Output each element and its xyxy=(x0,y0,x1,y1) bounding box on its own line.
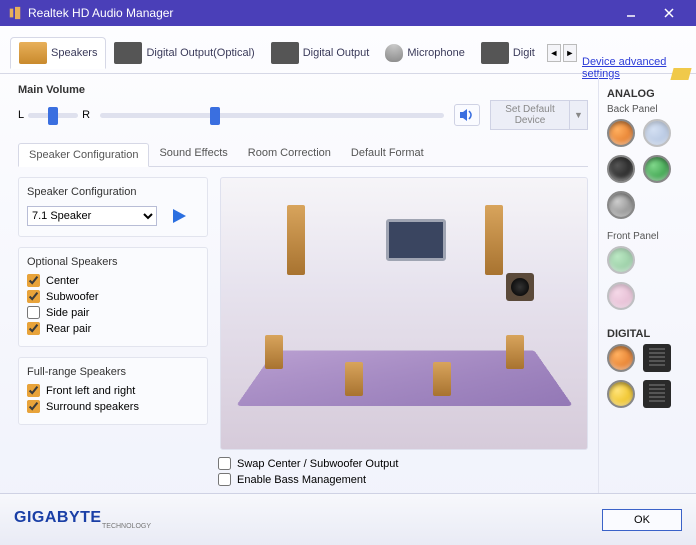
swap-center-sub-label: Swap Center / Subwoofer Output xyxy=(237,458,398,470)
play-icon xyxy=(170,207,188,225)
flag-icon xyxy=(670,68,691,80)
device-icon xyxy=(114,42,142,64)
main-volume-label: Main Volume xyxy=(18,84,588,96)
set-default-dropdown[interactable]: ▼ xyxy=(570,100,588,130)
jack-black[interactable] xyxy=(607,155,635,183)
tab-label: Speakers xyxy=(51,47,97,59)
device-icon xyxy=(271,42,299,64)
config-subtabs: Speaker Configuration Sound Effects Room… xyxy=(18,142,588,167)
tab-digital-output[interactable]: Digital Output xyxy=(263,38,378,68)
subtab-default-format[interactable]: Default Format xyxy=(341,142,434,166)
tab-microphone[interactable]: Microphone xyxy=(377,40,472,66)
jack-grey[interactable] xyxy=(607,191,635,219)
bass-management-label: Enable Bass Management xyxy=(237,474,366,486)
mute-button[interactable] xyxy=(454,104,480,126)
back-panel-label: Back Panel xyxy=(607,104,688,115)
surround-checkbox[interactable] xyxy=(27,400,40,413)
tab-label: Microphone xyxy=(407,47,464,59)
set-default-device-button[interactable]: Set Default Device xyxy=(490,100,570,130)
window-title: Realtek HD Audio Manager xyxy=(28,6,173,20)
rear-pair-checkbox[interactable] xyxy=(27,322,40,335)
connector-panel: ANALOG Back Panel Front Panel DIGITAL xyxy=(598,74,696,493)
footer: GIGABYTE TECHNOLOGY OK xyxy=(0,493,696,545)
digital-coax-in[interactable] xyxy=(607,380,635,408)
balance-slider[interactable] xyxy=(28,113,78,118)
jack-orange[interactable] xyxy=(607,119,635,147)
bass-management-checkbox[interactable] xyxy=(218,473,231,486)
tab-label: Digital Output xyxy=(303,47,370,59)
balance-left-label: L xyxy=(18,109,24,121)
rear-pair-label: Rear pair xyxy=(46,323,91,335)
side-pair-checkbox[interactable] xyxy=(27,306,40,319)
subtab-sound-effects[interactable]: Sound Effects xyxy=(149,142,237,166)
close-button[interactable] xyxy=(650,0,688,26)
subtab-speaker-config[interactable]: Speaker Configuration xyxy=(18,143,149,167)
test-play-button[interactable] xyxy=(167,204,191,228)
speaker-config-select[interactable]: 7.1 Speaker xyxy=(27,206,157,226)
speakers-icon xyxy=(19,42,47,64)
jack-front-pink[interactable] xyxy=(607,282,635,310)
microphone-icon xyxy=(385,44,403,62)
center-checkbox[interactable] xyxy=(27,274,40,287)
app-icon xyxy=(8,6,22,20)
side-pair-label: Side pair xyxy=(46,307,89,319)
titlebar: Realtek HD Audio Manager xyxy=(0,0,696,26)
tabs-scroll-right[interactable]: ► xyxy=(563,44,577,62)
subwoofer-label: Subwoofer xyxy=(46,291,99,303)
speaker-layout-preview xyxy=(220,177,588,450)
tabs-scroll-left[interactable]: ◄ xyxy=(547,44,561,62)
tab-label: Digit xyxy=(513,47,535,59)
digital-section-title: DIGITAL xyxy=(607,328,688,340)
front-panel-label: Front Panel xyxy=(607,231,688,242)
tab-speakers[interactable]: Speakers xyxy=(10,37,106,69)
digital-optical-in[interactable] xyxy=(643,380,671,408)
tv-icon xyxy=(386,219,446,261)
surround-label: Surround speakers xyxy=(46,401,139,413)
balance-right-label: R xyxy=(82,109,90,121)
subtab-room-correction[interactable]: Room Correction xyxy=(238,142,341,166)
digital-optical-out[interactable] xyxy=(643,344,671,372)
digital-coax-out[interactable] xyxy=(607,344,635,372)
speaker-config-label: Speaker Configuration xyxy=(27,186,199,198)
jack-front-green[interactable] xyxy=(607,246,635,274)
device-icon xyxy=(481,42,509,64)
brand-subtitle: TECHNOLOGY xyxy=(102,523,151,530)
center-label: Center xyxy=(46,275,79,287)
subwoofer-checkbox[interactable] xyxy=(27,290,40,303)
tab-digit[interactable]: Digit xyxy=(473,38,543,68)
minimize-button[interactable] xyxy=(612,0,650,26)
analog-section-title: ANALOG xyxy=(607,88,688,100)
tab-label: Digital Output(Optical) xyxy=(146,47,254,59)
front-lr-checkbox[interactable] xyxy=(27,384,40,397)
tab-digital-optical[interactable]: Digital Output(Optical) xyxy=(106,38,262,68)
ok-button[interactable]: OK xyxy=(602,509,682,531)
jack-green[interactable] xyxy=(643,155,671,183)
main-volume-slider[interactable] xyxy=(100,113,444,118)
speaker-sound-icon xyxy=(459,108,475,122)
swap-center-sub-checkbox[interactable] xyxy=(218,457,231,470)
front-lr-label: Front left and right xyxy=(46,385,135,397)
jack-blue[interactable] xyxy=(643,119,671,147)
fullrange-speakers-label: Full-range Speakers xyxy=(27,366,199,378)
optional-speakers-label: Optional Speakers xyxy=(27,256,199,268)
